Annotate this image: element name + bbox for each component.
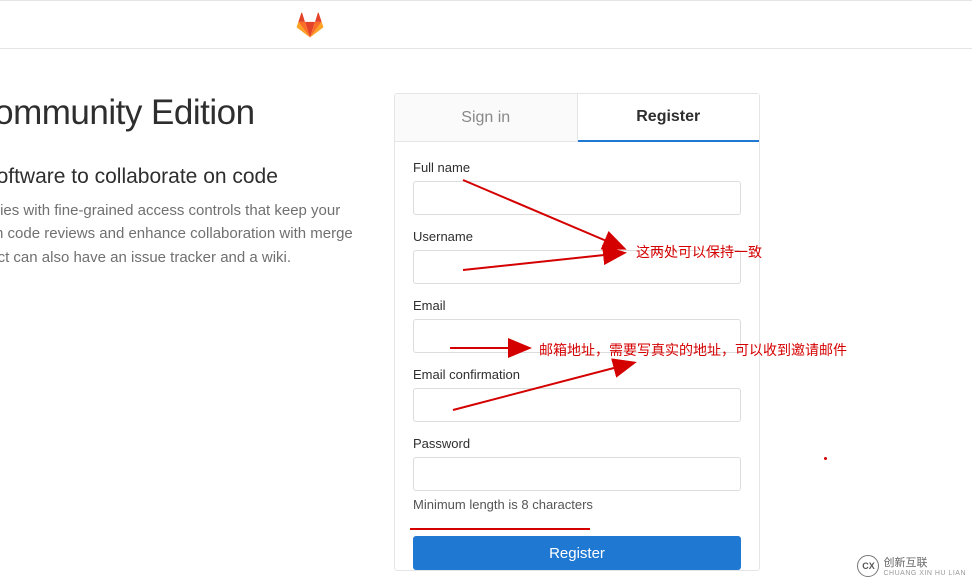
auth-form: Sign in Register Full name Username Emai… xyxy=(394,93,760,571)
password-input[interactable] xyxy=(413,457,741,491)
password-help: Minimum length is 8 characters xyxy=(413,497,741,512)
form-body: Full name Username Email Email confirmat… xyxy=(395,142,759,522)
password-label: Password xyxy=(413,436,741,451)
tab-register[interactable]: Register xyxy=(578,94,760,142)
email-label: Email xyxy=(413,298,741,313)
content: GitLab Community Edition Open source sof… xyxy=(0,49,972,571)
tab-signin[interactable]: Sign in xyxy=(395,94,578,142)
email-input[interactable] xyxy=(413,319,741,353)
page-subtitle: Open source software to collaborate on c… xyxy=(0,165,364,189)
topbar xyxy=(0,0,972,49)
auth-tabs: Sign in Register xyxy=(395,94,759,142)
footer-brand: CX 创新互联 CHUANG XIN HU LIAN xyxy=(857,554,966,577)
annotation-dot xyxy=(824,457,827,460)
emailconf-input[interactable] xyxy=(413,388,741,422)
emailconf-label: Email confirmation xyxy=(413,367,741,382)
page-title: GitLab Community Edition xyxy=(0,93,364,133)
brand-name: 创新互联 xyxy=(883,554,966,570)
left-column: GitLab Community Edition Open source sof… xyxy=(0,93,394,571)
page-description: Manage Git repositories with fine-graine… xyxy=(0,199,364,269)
gitlab-logo-icon xyxy=(296,11,324,39)
brand-icon: CX xyxy=(857,555,879,577)
fullname-label: Full name xyxy=(413,160,741,175)
username-label: Username xyxy=(413,229,741,244)
brand-sub: CHUANG XIN HU LIAN xyxy=(883,570,966,577)
register-button[interactable]: Register xyxy=(413,536,741,570)
fullname-input[interactable] xyxy=(413,181,741,215)
username-input[interactable] xyxy=(413,250,741,284)
